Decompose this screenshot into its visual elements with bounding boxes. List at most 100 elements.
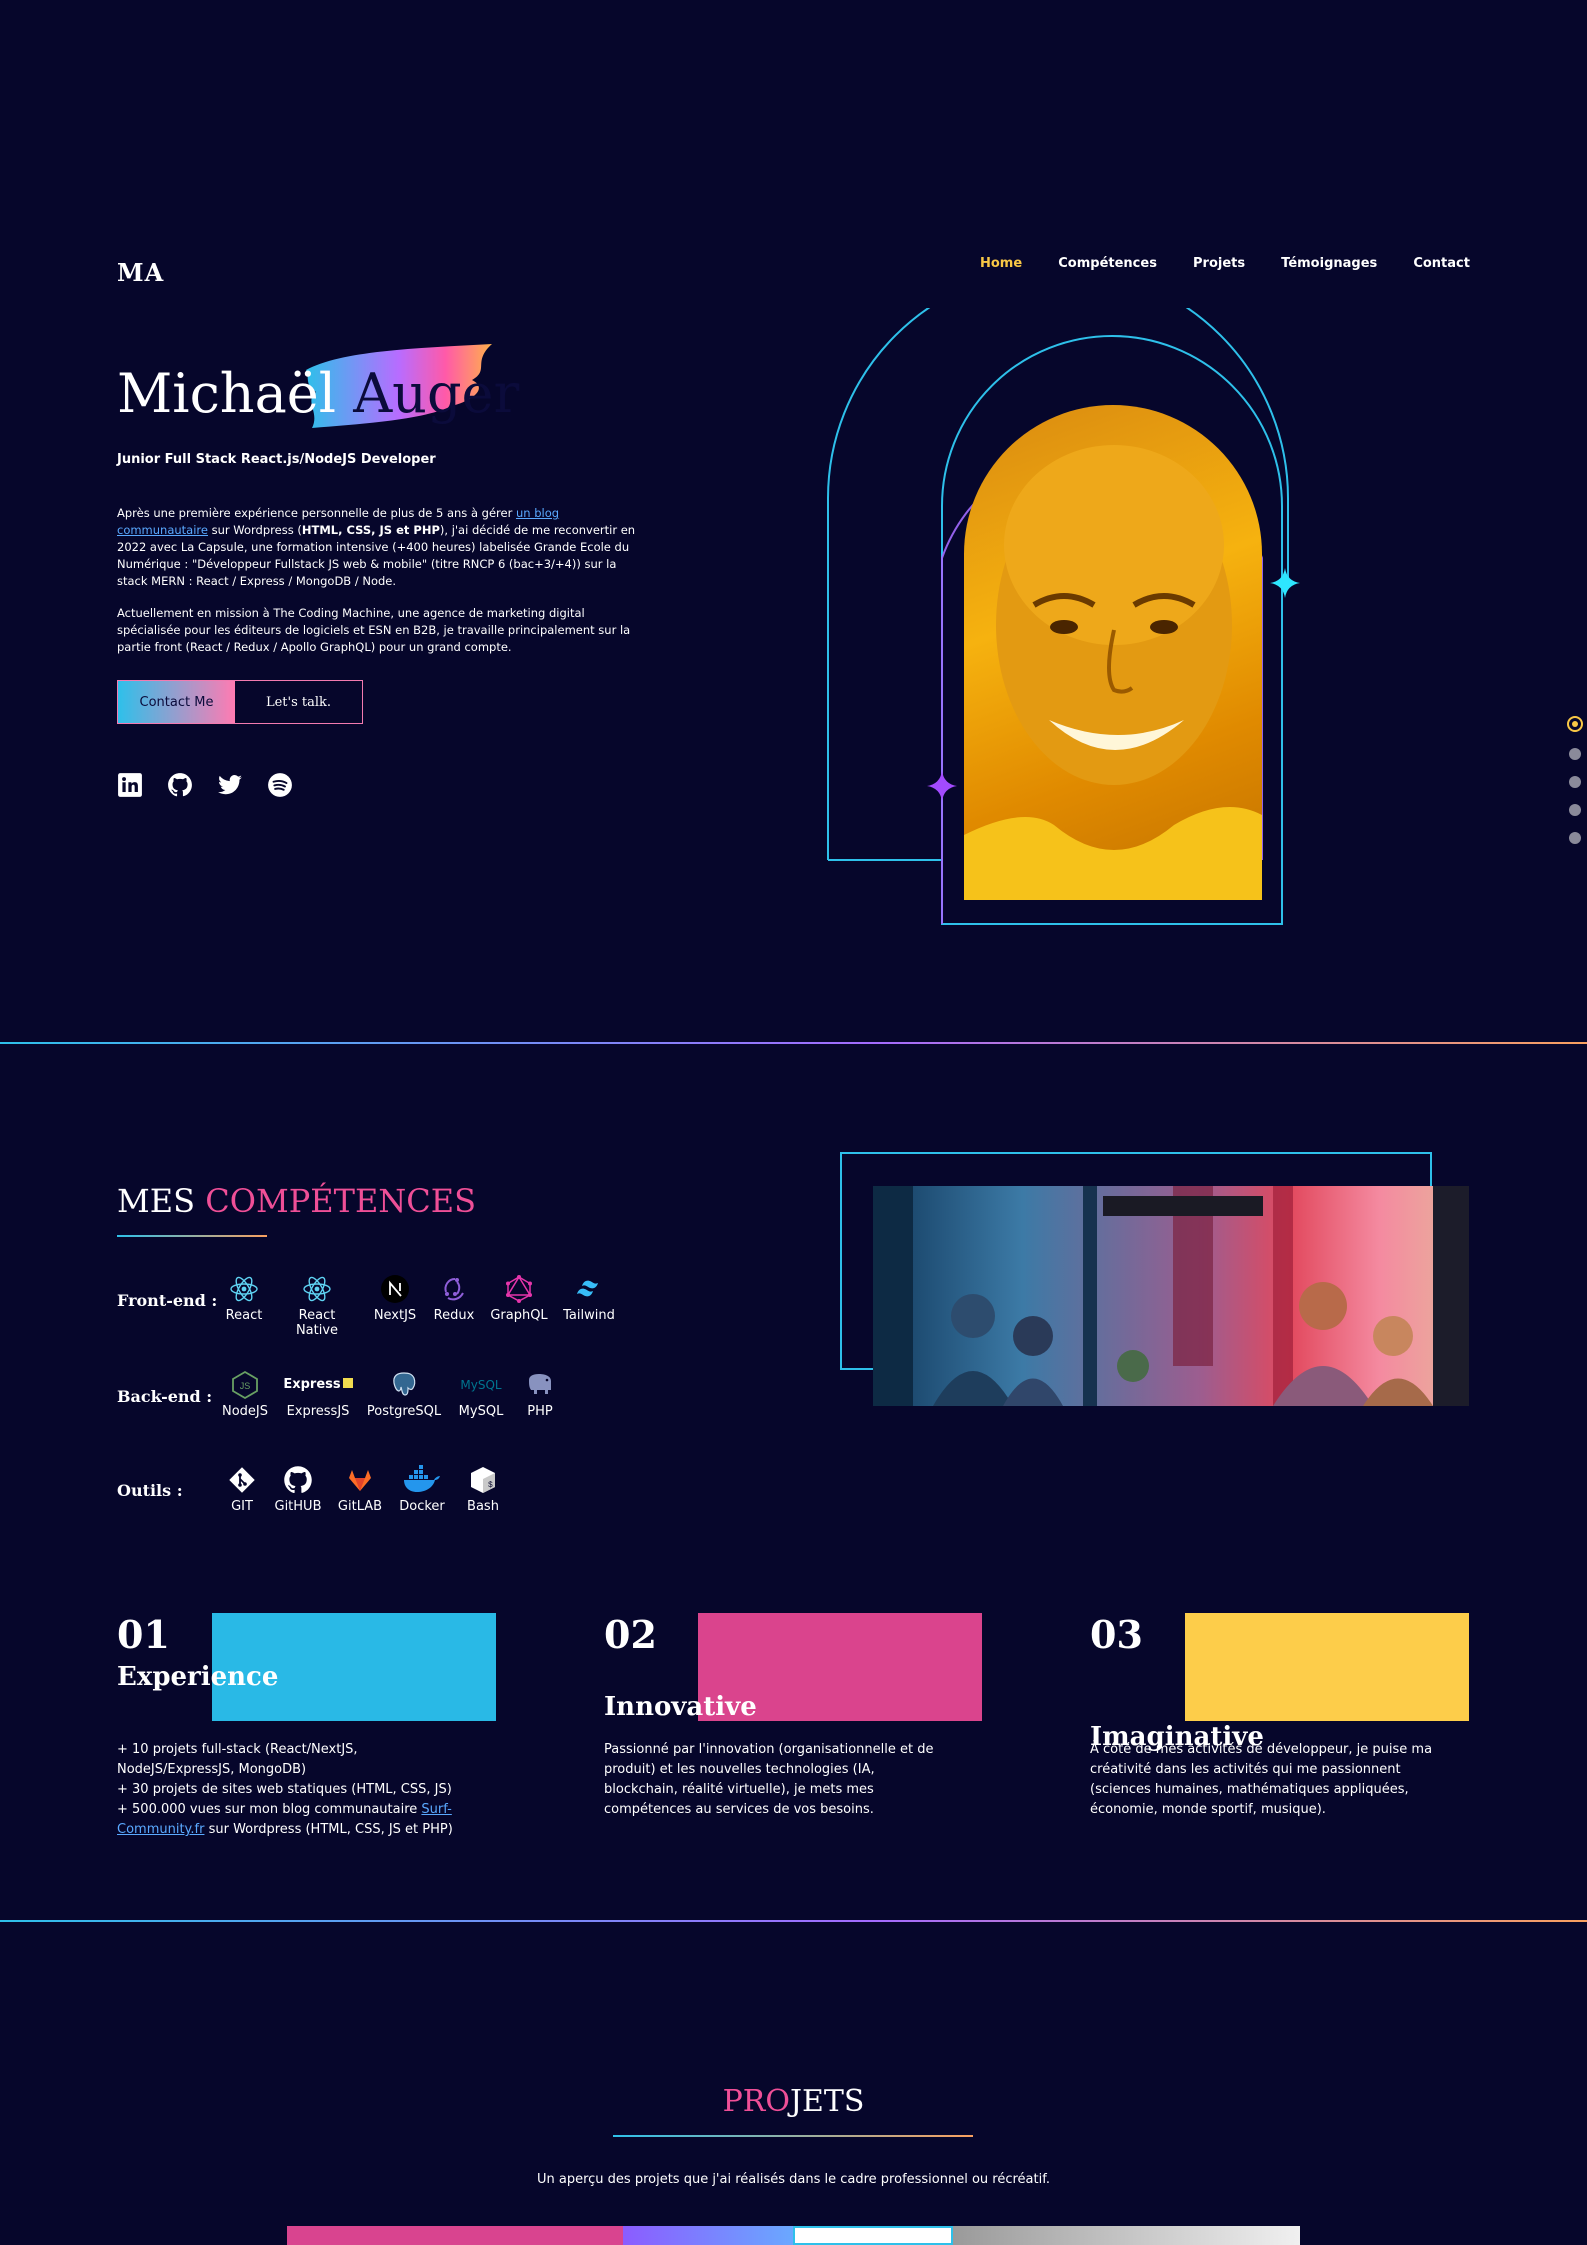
- mysql-logo: MySQL: [456, 1370, 506, 1400]
- skills-title: MES COMPÉTENCES: [117, 1182, 476, 1220]
- hero-subtitle: Junior Full Stack React.js/NodeJS Develo…: [117, 452, 436, 467]
- experience-line-text: + 500.000 vues sur mon blog communautair…: [117, 1802, 422, 1817]
- skill-label: GitHUB: [274, 1499, 322, 1514]
- bash-icon: $: [471, 1467, 495, 1493]
- express-logo: Express: [283, 1370, 353, 1400]
- main-nav: Home Compétences Projets Témoignages Con…: [980, 256, 1470, 271]
- js-badge-icon: [342, 1378, 353, 1388]
- dot-projets[interactable]: [1569, 776, 1581, 788]
- frontend-label: Front-end :: [117, 1291, 218, 1310]
- sparkle-icon: [927, 771, 957, 801]
- hero-last-name: Auger: [353, 362, 520, 425]
- skill-label: MySQL: [458, 1404, 504, 1419]
- feature-number: 03: [1090, 1612, 1143, 1657]
- skill-label: Docker: [399, 1499, 445, 1514]
- skill-label: GraphQL: [490, 1308, 548, 1323]
- svg-text:$: $: [488, 1481, 493, 1490]
- hero-name: Michaël Auger: [117, 362, 519, 425]
- skill-label: Bash: [467, 1499, 499, 1514]
- social-links: [117, 772, 293, 798]
- gitlab-icon: [349, 1470, 371, 1491]
- nextjs-icon: [381, 1275, 409, 1303]
- contact-me-button[interactable]: Contact Me: [118, 681, 235, 723]
- skill-php: PHP: [500, 1370, 580, 1419]
- skill-label: NodeJS: [221, 1404, 268, 1419]
- skill-label: Redux: [433, 1308, 475, 1323]
- docker-icon: [404, 1465, 440, 1492]
- graphql-icon: [506, 1275, 532, 1303]
- cta-group: Contact Me Let's talk.: [117, 680, 363, 724]
- nav-item-projets[interactable]: Projets: [1193, 256, 1245, 271]
- feature-title: Experience: [117, 1662, 279, 1692]
- skill-label: PHP: [527, 1404, 553, 1419]
- skill-label: React: [225, 1308, 263, 1323]
- experience-line-text: sur Wordpress (HTML, CSS, JS et PHP): [204, 1822, 453, 1837]
- project-card-preview[interactable]: [287, 2226, 623, 2245]
- nav-item-home[interactable]: Home: [980, 256, 1022, 271]
- skill-bash: $ Bash: [443, 1465, 523, 1514]
- site-logo[interactable]: MA: [117, 258, 164, 287]
- hero-first-name: Michaël: [117, 362, 337, 425]
- section-divider: [0, 1042, 1587, 1044]
- skill-label: NextJS: [373, 1308, 417, 1323]
- projects-title-b: JETS: [789, 2084, 865, 2119]
- team-photo-illustration: [873, 1186, 1469, 1406]
- nav-item-temoignages[interactable]: Témoignages: [1281, 256, 1377, 271]
- spotify-icon[interactable]: [267, 772, 293, 798]
- skill-react-native: React Native: [277, 1274, 357, 1338]
- experience-line: + 500.000 vues sur mon blog communautair…: [117, 1800, 462, 1840]
- twitter-icon[interactable]: [217, 772, 243, 798]
- project-card-preview[interactable]: [793, 2226, 953, 2245]
- backend-label: Back-end :: [117, 1387, 213, 1406]
- skill-label: ExpressJS: [286, 1404, 350, 1419]
- intro-text-bold: HTML, CSS, JS et PHP: [301, 523, 440, 537]
- project-card-preview[interactable]: [623, 2226, 793, 2245]
- nodejs-icon: JS: [232, 1370, 258, 1400]
- tools-label: Outils :: [117, 1481, 183, 1500]
- dot-temoignages[interactable]: [1569, 804, 1581, 816]
- innovative-text: Passionné par l'innovation (organisation…: [604, 1742, 934, 1817]
- linkedin-icon[interactable]: [117, 772, 143, 798]
- dot-competences[interactable]: [1569, 748, 1581, 760]
- nav-item-competences[interactable]: Compétences: [1058, 256, 1157, 271]
- skills-title-b: COMPÉTENCES: [205, 1182, 477, 1220]
- projects-preview-strip: [287, 2226, 1300, 2245]
- projects-subtitle: Un aperçu des projets que j'ai réalisés …: [536, 2172, 1050, 2187]
- mysql-logo-text: MySQL: [460, 1378, 502, 1392]
- react-icon: [230, 1276, 258, 1302]
- github-icon: [284, 1466, 312, 1494]
- dot-home[interactable]: [1567, 716, 1583, 732]
- hero-intro-paragraph: Après une première expérience personnell…: [117, 505, 637, 590]
- nav-item-contact[interactable]: Contact: [1413, 256, 1470, 271]
- section-divider: [0, 1920, 1587, 1922]
- skill-tailwind: Tailwind: [549, 1274, 629, 1323]
- feature-title: Innovative: [604, 1692, 757, 1722]
- skill-label: GIT: [231, 1499, 253, 1514]
- feature-title: Imaginative: [1090, 1722, 1264, 1752]
- title-underline: [613, 2135, 973, 2137]
- skills-title-a: MES: [117, 1182, 206, 1220]
- project-card-preview[interactable]: [953, 2226, 1300, 2245]
- redux-icon: [444, 1278, 464, 1301]
- git-icon: [229, 1467, 255, 1493]
- feature-number: 01: [117, 1612, 170, 1657]
- php-elephant-icon: [529, 1374, 551, 1394]
- imaginative-text: À côté de mes activités de développeur, …: [1090, 1742, 1433, 1817]
- dot-contact[interactable]: [1569, 832, 1581, 844]
- projects-title: PROJETS: [0, 2084, 1587, 2119]
- skill-postgresql: PostgreSQL: [364, 1370, 444, 1419]
- skill-expressjs: Express ExpressJS: [278, 1370, 358, 1419]
- github-icon[interactable]: [167, 772, 193, 798]
- feature-number: 02: [604, 1612, 657, 1657]
- intro-text-b: sur Wordpress (: [207, 523, 302, 537]
- title-underline: [117, 1235, 267, 1237]
- skill-label: GitLAB: [337, 1499, 383, 1514]
- hero-mission-paragraph: Actuellement en mission à The Coding Mac…: [117, 606, 631, 654]
- lets-talk-button[interactable]: Let's talk.: [235, 681, 362, 723]
- skill-react: React: [204, 1274, 284, 1323]
- sparkle-icon: [1270, 568, 1300, 598]
- skill-label: React Native: [295, 1308, 339, 1338]
- svg-text:JS: JS: [240, 1381, 251, 1391]
- skill-label: PostgreSQL: [366, 1404, 442, 1419]
- react-native-icon: [303, 1276, 331, 1302]
